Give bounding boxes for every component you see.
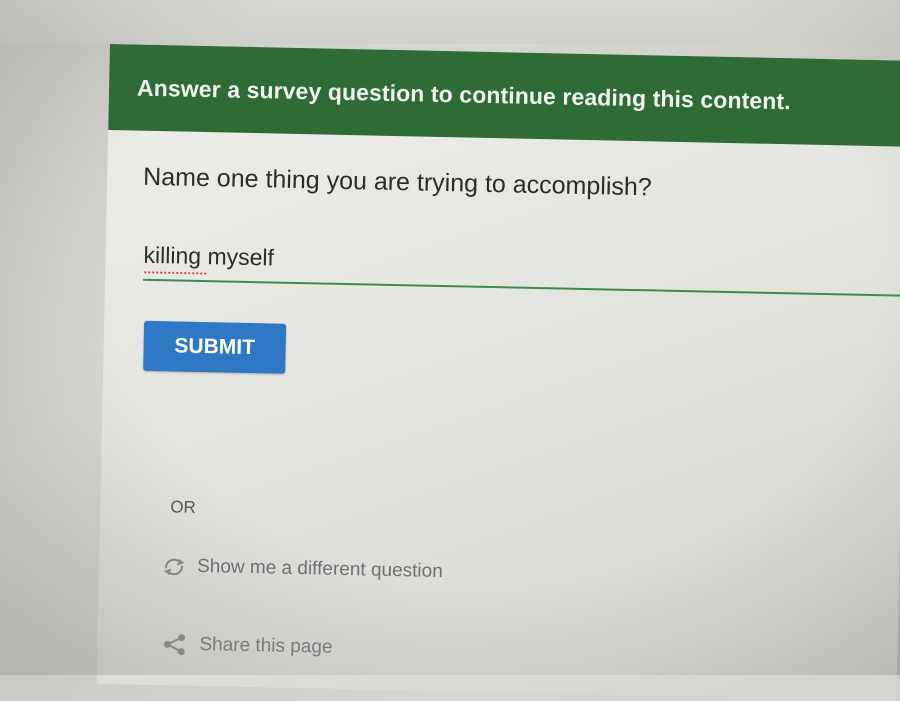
or-label: OR bbox=[170, 497, 197, 517]
answer-input[interactable] bbox=[143, 238, 900, 287]
different-question-link[interactable]: Show me a different question bbox=[161, 555, 443, 583]
spellcheck-underline bbox=[143, 270, 208, 276]
survey-question: Name one thing you are trying to accompl… bbox=[142, 162, 653, 202]
banner-text: Answer a survey question to continue rea… bbox=[136, 74, 791, 115]
share-label: Share this page bbox=[199, 634, 333, 658]
survey-banner: Answer a survey question to continue rea… bbox=[108, 44, 900, 147]
share-icon bbox=[161, 633, 187, 656]
submit-button[interactable]: SUBMIT bbox=[143, 320, 287, 374]
survey-panel: Answer a survey question to continue rea… bbox=[96, 44, 900, 701]
answer-field[interactable] bbox=[143, 234, 900, 297]
share-page-link[interactable]: Share this page bbox=[161, 633, 333, 659]
different-question-label: Show me a different question bbox=[196, 555, 443, 583]
refresh-icon bbox=[161, 556, 187, 577]
screen-bezel bbox=[0, 0, 900, 44]
